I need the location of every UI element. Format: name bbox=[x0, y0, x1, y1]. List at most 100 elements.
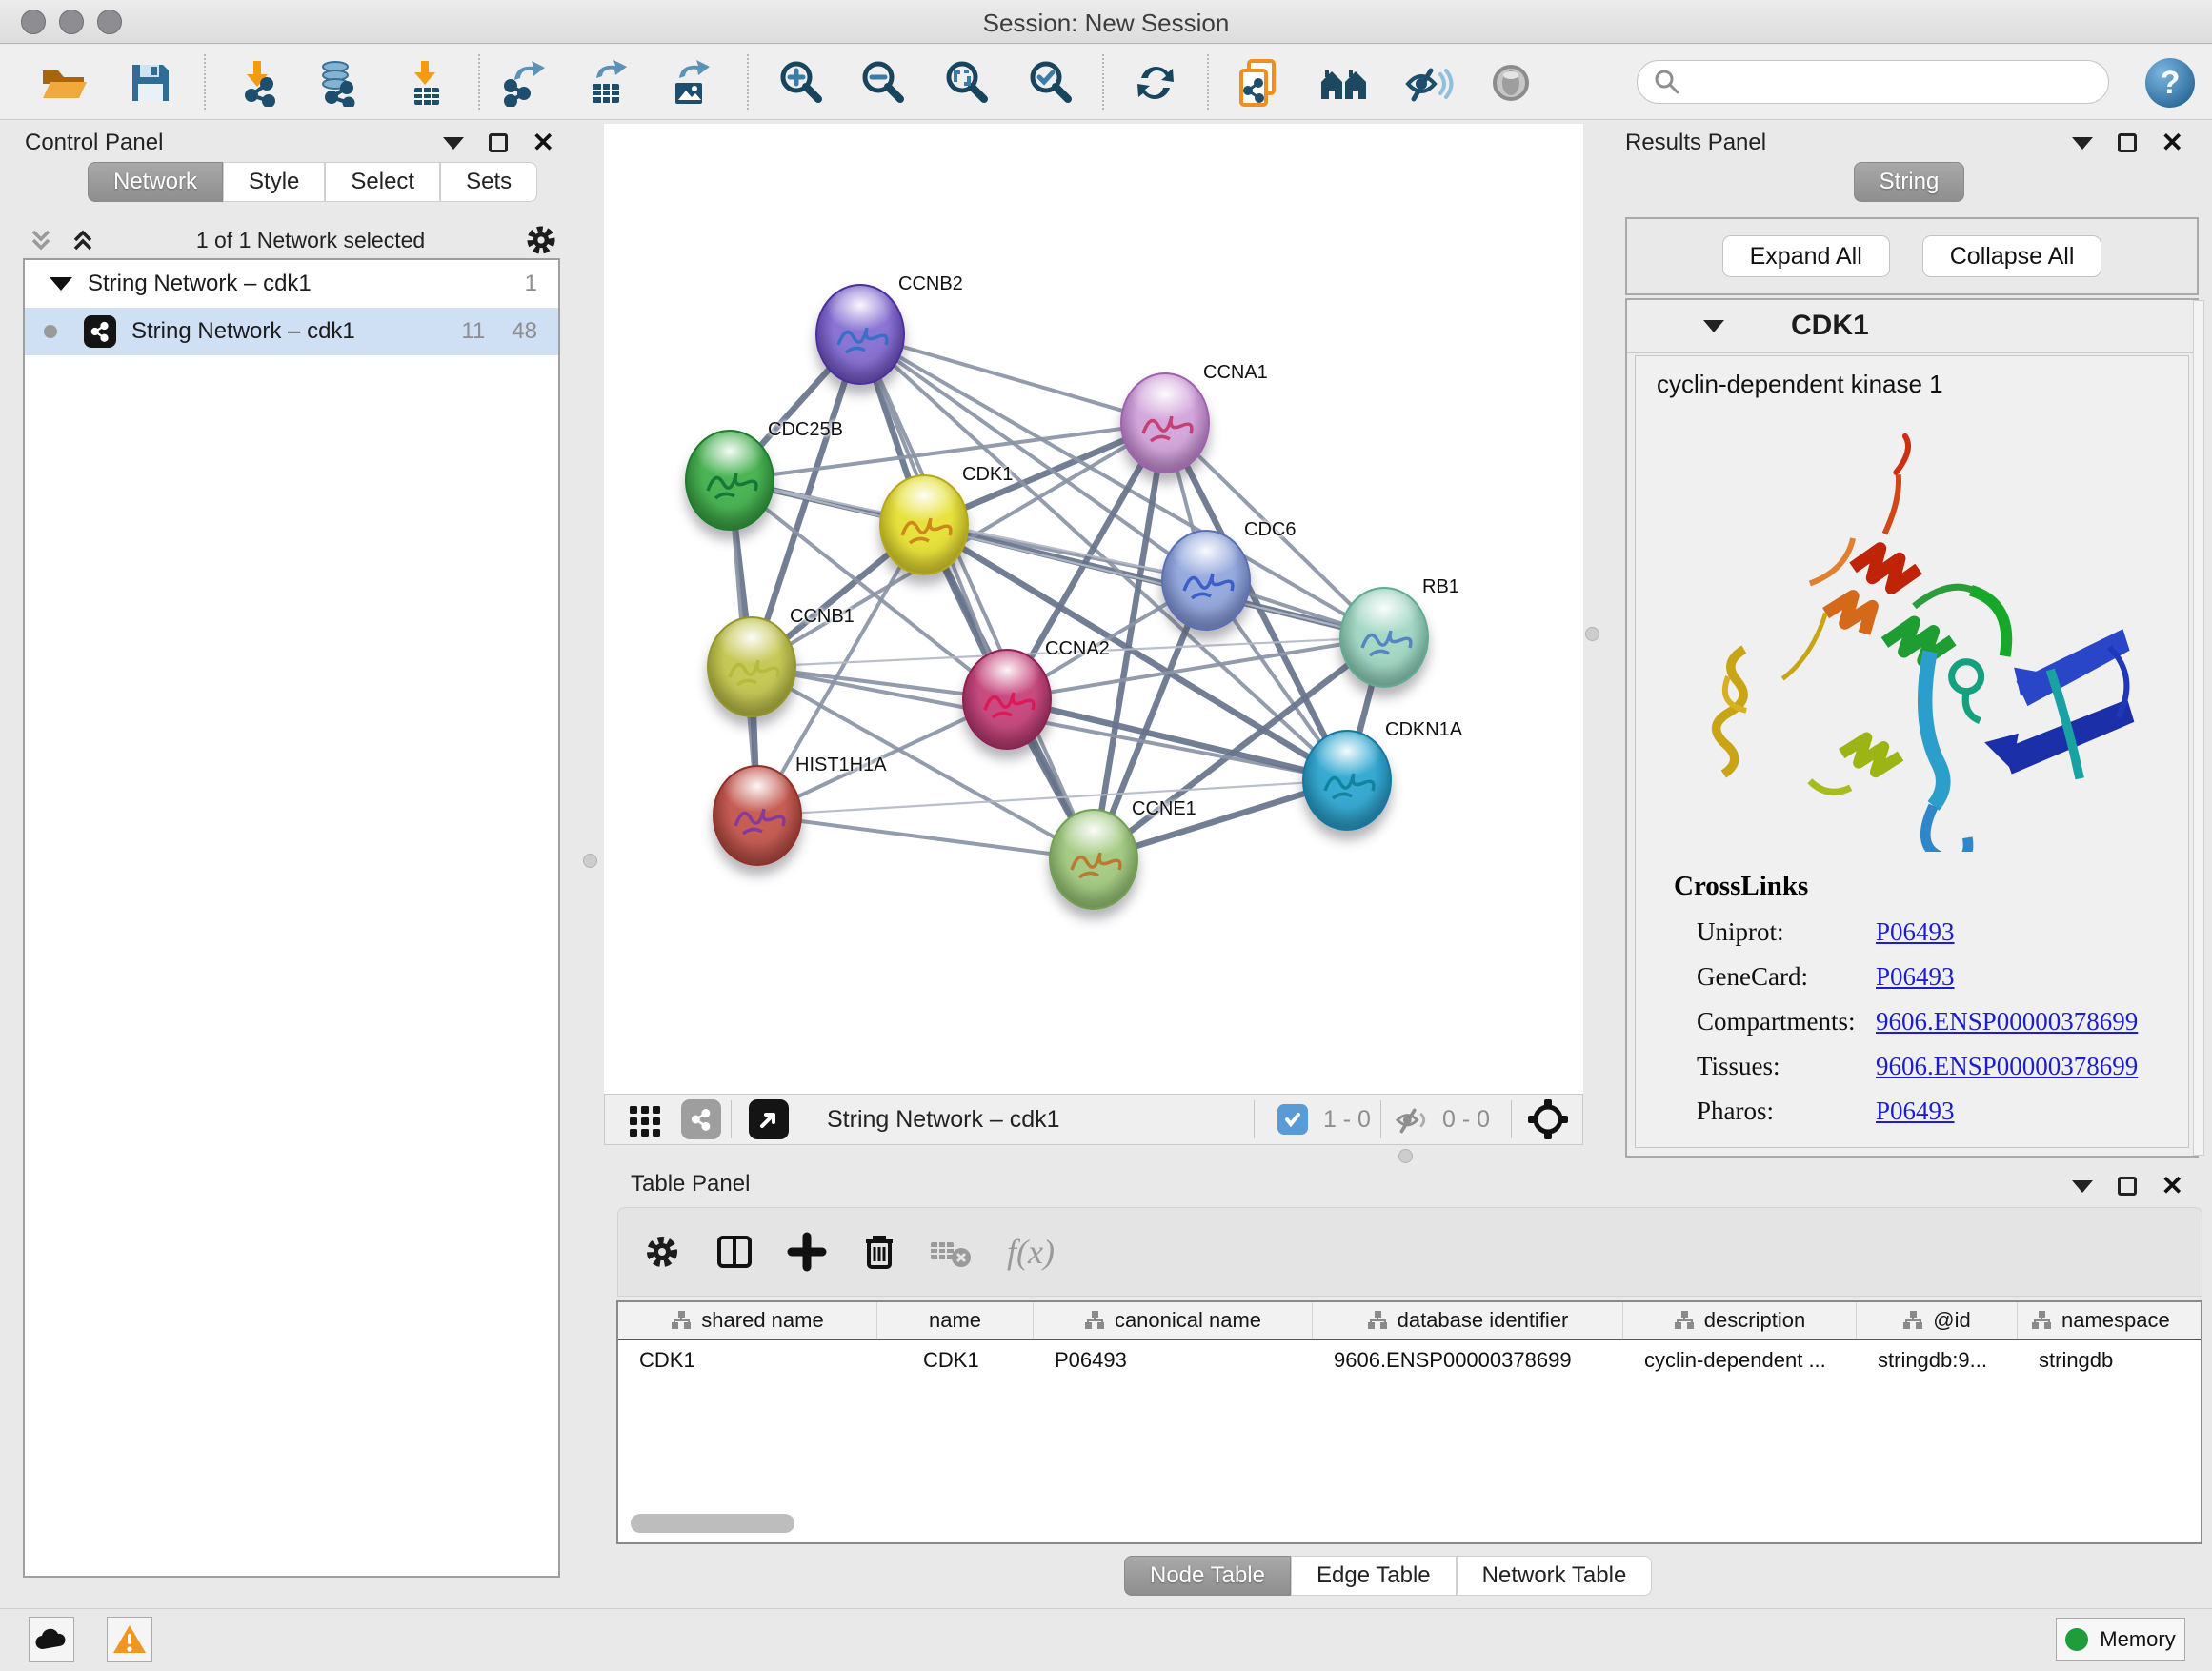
network-edge-CCNB2-CCNE1[interactable] bbox=[860, 334, 1094, 859]
zoom-in-button[interactable] bbox=[774, 56, 827, 110]
tab-select[interactable]: Select bbox=[325, 162, 440, 202]
refresh-layout-button[interactable] bbox=[1129, 56, 1182, 110]
detach-view-button[interactable] bbox=[749, 1099, 789, 1139]
crosslink-link[interactable]: 9606.ENSP00000378699 bbox=[1876, 1052, 2138, 1081]
export-table-button[interactable] bbox=[580, 56, 633, 110]
tab-network-table[interactable]: Network Table bbox=[1457, 1556, 1653, 1596]
close-panel-icon[interactable]: ✕ bbox=[533, 133, 554, 152]
column-header[interactable]: description bbox=[1623, 1302, 1857, 1339]
column-header[interactable]: @id bbox=[1857, 1302, 2018, 1339]
column-header[interactable]: namespace bbox=[2018, 1302, 2201, 1339]
node-label-RB1[interactable]: RB1 bbox=[1422, 576, 1459, 598]
cell-id[interactable]: stringdb:9... bbox=[1857, 1340, 2018, 1380]
network-view-type-icon[interactable] bbox=[681, 1099, 721, 1139]
splitter-handle-right[interactable] bbox=[1585, 627, 1599, 641]
tab-sets[interactable]: Sets bbox=[440, 162, 537, 202]
warnings-button[interactable] bbox=[107, 1617, 152, 1662]
cdk1-section-header[interactable]: CDK1 bbox=[1627, 300, 2197, 353]
collection-expand-icon[interactable] bbox=[50, 277, 72, 291]
close-panel-icon[interactable]: ✕ bbox=[2162, 133, 2183, 152]
tab-node-table[interactable]: Node Table bbox=[1124, 1556, 1291, 1596]
node-label-CDKN1A[interactable]: CDKN1A bbox=[1385, 719, 1462, 741]
table-options-gear-icon[interactable] bbox=[641, 1231, 683, 1273]
show-all-button[interactable] bbox=[1484, 56, 1538, 110]
export-network-button[interactable] bbox=[498, 56, 552, 110]
section-collapse-icon[interactable] bbox=[1703, 320, 1724, 332]
network-node-CDK1[interactable] bbox=[879, 474, 969, 575]
network-home-button[interactable] bbox=[1317, 56, 1371, 110]
import-network-database-button[interactable] bbox=[312, 56, 365, 110]
column-header[interactable]: name bbox=[877, 1302, 1034, 1339]
crosslink-link[interactable]: P06493 bbox=[1876, 917, 1955, 947]
node-label-CCNA2[interactable]: CCNA2 bbox=[1045, 638, 1110, 660]
cell-namespace[interactable]: stringdb bbox=[2018, 1340, 2201, 1380]
network-node-HIST1H1A[interactable] bbox=[713, 765, 802, 866]
save-session-button[interactable] bbox=[124, 56, 177, 110]
node-label-CCNE1[interactable]: CCNE1 bbox=[1132, 798, 1196, 820]
node-label-HIST1H1A[interactable]: HIST1H1A bbox=[795, 755, 887, 776]
selected-items-checkbox[interactable] bbox=[1277, 1104, 1308, 1135]
expand-all-chevron-icon[interactable] bbox=[67, 224, 99, 256]
zoom-fit-button[interactable] bbox=[939, 56, 993, 110]
cell-description[interactable]: cyclin-dependent ... bbox=[1623, 1340, 1857, 1380]
column-header[interactable]: database identifier bbox=[1313, 1302, 1623, 1339]
splitter-handle-bottom[interactable] bbox=[1398, 1149, 1413, 1163]
network-node-CDC25B[interactable] bbox=[685, 430, 774, 531]
grid-view-icon[interactable] bbox=[626, 1100, 664, 1138]
expand-all-button[interactable]: Expand All bbox=[1722, 235, 1890, 277]
cell-shared-name[interactable]: CDK1 bbox=[618, 1340, 877, 1380]
float-panel-icon[interactable] bbox=[489, 133, 508, 152]
network-node-CCNB2[interactable] bbox=[815, 284, 905, 385]
show-columns-icon[interactable] bbox=[714, 1231, 755, 1273]
cell-database-identifier[interactable]: 9606.ENSP00000378699 bbox=[1313, 1340, 1623, 1380]
crosslink-link[interactable]: P06493 bbox=[1876, 962, 1955, 992]
node-label-CDC25B[interactable]: CDC25B bbox=[768, 419, 843, 441]
zoom-out-button[interactable] bbox=[855, 56, 909, 110]
network-node-CCNA2[interactable] bbox=[962, 649, 1052, 750]
network-row-selected[interactable]: String Network – cdk1 11 48 bbox=[25, 308, 558, 355]
network-node-CDC6[interactable] bbox=[1161, 530, 1251, 631]
panel-menu-icon[interactable] bbox=[2072, 137, 2093, 150]
node-label-CCNB2[interactable]: CCNB2 bbox=[898, 273, 963, 295]
network-options-gear-icon[interactable] bbox=[522, 221, 560, 259]
column-header[interactable]: shared name bbox=[618, 1302, 877, 1339]
crosslink-link[interactable]: 9606.ENSP00000378699 bbox=[1876, 1007, 2138, 1037]
zoom-selected-button[interactable] bbox=[1023, 56, 1076, 110]
create-column-plus-icon[interactable] bbox=[786, 1231, 828, 1273]
panel-menu-icon[interactable] bbox=[2072, 1180, 2093, 1193]
memory-button[interactable]: Memory bbox=[2056, 1618, 2185, 1661]
node-label-CDK1[interactable]: CDK1 bbox=[962, 464, 1013, 486]
table-row[interactable]: CDK1 CDK1 P06493 9606.ENSP00000378699 cy… bbox=[618, 1340, 2201, 1380]
network-edge-CCNA2-CDKN1A[interactable] bbox=[1007, 699, 1347, 780]
table-horizontal-scrollbar[interactable] bbox=[631, 1514, 794, 1533]
cloud-status-button[interactable] bbox=[29, 1617, 74, 1662]
close-panel-icon[interactable]: ✕ bbox=[2162, 1177, 2183, 1196]
delete-column-trash-icon[interactable] bbox=[858, 1231, 900, 1273]
network-edge-HIST1H1A-CCNE1[interactable] bbox=[757, 815, 1094, 859]
column-header[interactable]: canonical name bbox=[1034, 1302, 1313, 1339]
cell-name[interactable]: CDK1 bbox=[877, 1340, 1034, 1380]
network-node-CDKN1A[interactable] bbox=[1302, 730, 1392, 831]
copy-style-button[interactable] bbox=[1233, 56, 1286, 110]
collapse-all-chevron-icon[interactable] bbox=[25, 224, 57, 256]
import-network-file-button[interactable] bbox=[231, 56, 285, 110]
collapse-all-button[interactable]: Collapse All bbox=[1922, 235, 2102, 277]
tab-network[interactable]: Network bbox=[88, 162, 223, 202]
birdseye-navigator-icon[interactable] bbox=[1527, 1098, 1569, 1140]
splitter-handle-left[interactable] bbox=[583, 854, 597, 868]
tab-string[interactable]: String bbox=[1854, 162, 1965, 202]
float-panel-icon[interactable] bbox=[2118, 133, 2137, 152]
search-input[interactable] bbox=[1637, 60, 2109, 104]
help-button[interactable]: ? bbox=[2145, 58, 2195, 108]
export-image-button[interactable] bbox=[663, 56, 716, 110]
node-label-CCNB1[interactable]: CCNB1 bbox=[790, 606, 855, 628]
crosslink-link[interactable]: P06493 bbox=[1876, 1097, 1955, 1126]
float-panel-icon[interactable] bbox=[2118, 1177, 2137, 1196]
network-canvas[interactable]: CCNB2 CCNA1 CDC25B CDK1 CDC6 RB1 CCNB1 CCNA2 CDK… bbox=[604, 124, 1583, 1094]
panel-menu-icon[interactable] bbox=[443, 137, 464, 150]
node-label-CDC6[interactable]: CDC6 bbox=[1244, 519, 1296, 541]
cell-canonical-name[interactable]: P06493 bbox=[1034, 1340, 1313, 1380]
node-label-CCNA1[interactable]: CCNA1 bbox=[1203, 362, 1268, 384]
results-scrollbar[interactable] bbox=[2193, 300, 2204, 1156]
hide-selected-button[interactable] bbox=[1401, 56, 1455, 110]
